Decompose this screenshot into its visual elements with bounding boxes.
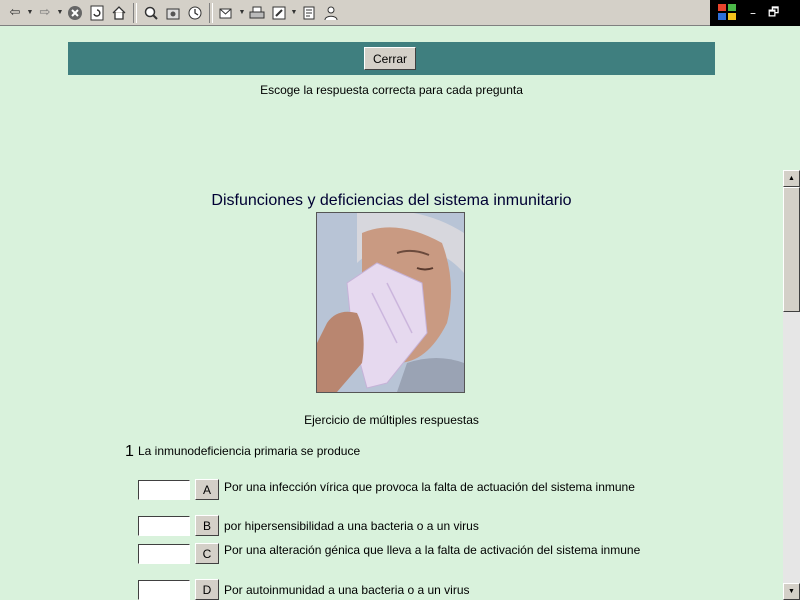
answer-button-a[interactable]: A (195, 479, 219, 500)
refresh-icon[interactable] (87, 3, 107, 23)
mail-icon[interactable] (217, 3, 237, 23)
scroll-up-arrow-icon[interactable]: ▲ (783, 170, 800, 187)
messenger-icon[interactable] (321, 3, 341, 23)
toolbar-separator (133, 2, 137, 23)
close-button[interactable]: Cerrar (364, 47, 416, 70)
answer-text-a: Por una infección vírica que provoca la … (224, 480, 635, 494)
discuss-icon[interactable] (299, 3, 319, 23)
print-icon[interactable] (247, 3, 267, 23)
stop-icon[interactable] (65, 3, 85, 23)
window-controls: – 🗗 (710, 0, 800, 26)
minimize-button[interactable]: – (750, 6, 756, 20)
forward-dropdown-icon[interactable]: ▼ (56, 9, 64, 16)
answer-input-d[interactable] (138, 580, 190, 600)
answer-button-c[interactable]: C (195, 543, 219, 564)
page-title: Disfunciones y deficiencias del sistema … (211, 192, 572, 209)
answer-text-b: por hipersensibilidad a una bacteria o a… (224, 519, 479, 533)
exercise-label: Ejercicio de múltiples respuestas (304, 413, 479, 427)
scroll-down-arrow-icon[interactable]: ▼ (783, 583, 800, 600)
scrollbar-thumb[interactable] (783, 187, 800, 312)
answer-button-b[interactable]: B (195, 515, 219, 536)
edit-icon[interactable] (269, 3, 289, 23)
favorites-icon[interactable] (163, 3, 183, 23)
answer-button-d[interactable]: D (195, 579, 219, 600)
answer-input-c[interactable] (138, 544, 190, 564)
windows-logo-icon (718, 4, 738, 22)
answer-input-b[interactable] (138, 516, 190, 536)
mail-dropdown-icon[interactable]: ▼ (238, 9, 246, 16)
vertical-scrollbar[interactable]: ▲ ▼ (783, 170, 800, 600)
browser-toolbar: ⇦ ▼ ⇨ ▼ ▼ ▼ (0, 0, 710, 26)
restore-button[interactable]: 🗗 (768, 3, 779, 24)
edit-dropdown-icon[interactable]: ▼ (290, 9, 298, 16)
back-icon[interactable]: ⇦ (5, 3, 25, 23)
answer-text-d: Por autoinmunidad a una bacteria o a un … (224, 583, 470, 597)
question-number: 1 (125, 443, 134, 460)
header-bar: Cerrar (68, 42, 715, 75)
sneezing-person-image (316, 212, 465, 393)
history-icon[interactable] (185, 3, 205, 23)
question-text: La inmunodeficiencia primaria se produce (138, 444, 361, 458)
home-icon[interactable] (109, 3, 129, 23)
instructions-text: Escoge la respuesta correcta para cada p… (260, 83, 523, 97)
answer-text-c: Por una alteración génica que lleva a la… (224, 543, 641, 557)
answer-input-a[interactable] (138, 480, 190, 500)
back-dropdown-icon[interactable]: ▼ (26, 9, 34, 16)
toolbar-separator (209, 2, 213, 23)
forward-icon[interactable]: ⇨ (35, 3, 55, 23)
search-icon[interactable] (141, 3, 161, 23)
